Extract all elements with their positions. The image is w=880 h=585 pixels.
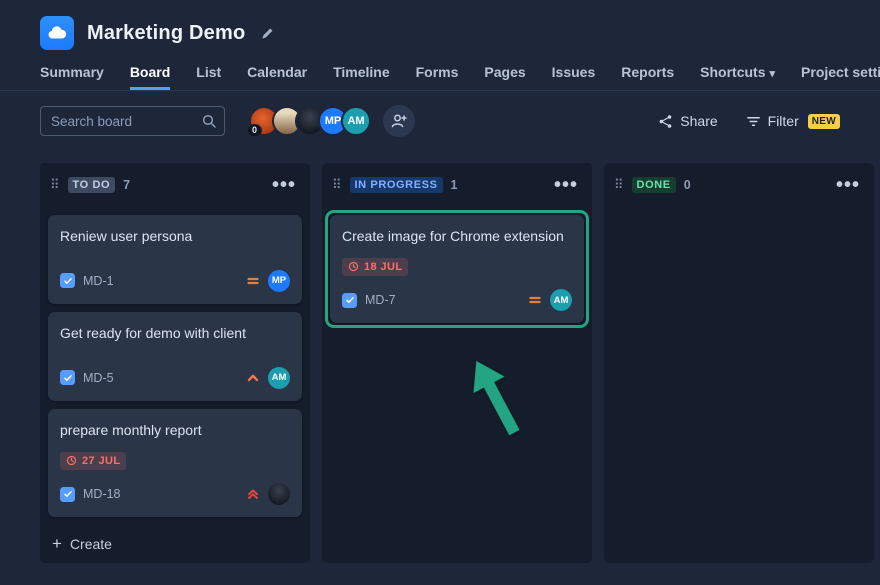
- status-lozenge: IN PROGRESS: [350, 177, 443, 193]
- issue-key: MD-1: [83, 274, 114, 288]
- issue-key: MD-18: [83, 487, 121, 501]
- check-icon: [63, 373, 73, 383]
- tab-timeline[interactable]: Timeline: [333, 64, 390, 90]
- drag-handle-icon[interactable]: ⠿: [50, 177, 60, 193]
- column-header: ⠿ DONE 0 •••: [604, 163, 874, 207]
- done-checkbox[interactable]: [60, 487, 75, 502]
- done-checkbox[interactable]: [60, 370, 75, 385]
- done-checkbox[interactable]: [342, 293, 357, 308]
- card-wrap: Get ready for demo with client MD-5 AM: [48, 312, 302, 401]
- card-title: Get ready for demo with client: [60, 324, 290, 343]
- tab-summary[interactable]: Summary: [40, 64, 104, 90]
- create-issue-button[interactable]: + Create: [40, 527, 310, 563]
- column-more-button[interactable]: •••: [270, 176, 298, 194]
- board-columns: ⠿ TO DO 7 ••• Reniew user persona MD-1: [0, 163, 880, 563]
- due-date-badge: 18 JUL: [342, 258, 408, 276]
- drag-handle-icon[interactable]: ⠿: [614, 177, 624, 193]
- column-more-button[interactable]: •••: [834, 176, 862, 194]
- tab-project-settings[interactable]: Project settings: [801, 64, 880, 90]
- board-toolbar: 0 MP AM Share: [40, 105, 840, 137]
- clock-icon: [66, 455, 77, 466]
- add-people-button[interactable]: [383, 105, 415, 137]
- column-header: ⠿ TO DO 7 •••: [40, 163, 310, 207]
- page-title: Marketing Demo: [87, 22, 245, 45]
- card-wrap: prepare monthly report 27 JUL MD-18: [48, 409, 302, 517]
- column-done: ⠿ DONE 0 •••: [604, 163, 874, 563]
- project-nav: Summary Board List Calendar Timeline For…: [40, 64, 880, 90]
- avatar-count-badge: 0: [247, 124, 262, 137]
- assignee-avatar[interactable]: MP: [268, 270, 290, 292]
- card-wrap: Reniew user persona MD-1 MP: [48, 215, 302, 304]
- project-header: Marketing Demo: [0, 0, 880, 50]
- tab-forms[interactable]: Forms: [416, 64, 459, 90]
- priority-medium-icon: [246, 274, 260, 288]
- edit-title-icon[interactable]: [260, 26, 275, 41]
- card-list: [604, 207, 874, 563]
- avatar[interactable]: AM: [341, 106, 371, 136]
- new-badge: NEW: [808, 114, 840, 129]
- member-avatar-stack: 0 MP AM: [249, 106, 371, 136]
- card-title: Create image for Chrome extension: [342, 227, 572, 246]
- filter-button[interactable]: Filter NEW: [746, 113, 840, 129]
- add-person-icon: [390, 112, 408, 130]
- priority-highest-icon: [246, 487, 260, 501]
- check-icon: [63, 276, 73, 286]
- done-checkbox[interactable]: [60, 273, 75, 288]
- due-date-badge: 27 JUL: [60, 452, 126, 470]
- check-icon: [345, 295, 355, 305]
- card-list: Create image for Chrome extension 18 JUL: [322, 207, 592, 563]
- column-in-progress: ⠿ IN PROGRESS 1 ••• Create image for Chr…: [322, 163, 592, 563]
- toolbar-right: Share Filter NEW: [658, 113, 840, 129]
- share-icon: [658, 114, 673, 129]
- tab-calendar[interactable]: Calendar: [247, 64, 307, 90]
- card-title: Reniew user persona: [60, 227, 290, 246]
- priority-medium-icon: [528, 293, 542, 307]
- card-wrap: Create image for Chrome extension 18 JUL: [330, 215, 584, 323]
- card-list: Reniew user persona MD-1 MP: [40, 207, 310, 527]
- search-icon: [201, 113, 217, 134]
- assignee-avatar[interactable]: AM: [550, 289, 572, 311]
- assignee-avatar[interactable]: [268, 483, 290, 505]
- share-button[interactable]: Share: [658, 113, 717, 129]
- card[interactable]: prepare monthly report 27 JUL MD-18: [48, 409, 302, 517]
- tab-board[interactable]: Board: [130, 64, 170, 90]
- priority-high-icon: [246, 371, 260, 385]
- card-title: prepare monthly report: [60, 421, 290, 440]
- assignee-avatar[interactable]: AM: [268, 367, 290, 389]
- column-more-button[interactable]: •••: [552, 176, 580, 194]
- plus-icon: +: [52, 537, 62, 551]
- clock-icon: [348, 261, 359, 272]
- chevron-down-icon: ▾: [770, 67, 776, 80]
- check-icon: [63, 489, 73, 499]
- tab-shortcuts[interactable]: Shortcuts ▾: [700, 64, 775, 90]
- column-count: 1: [451, 178, 458, 192]
- issue-key: MD-5: [83, 371, 114, 385]
- card[interactable]: Reniew user persona MD-1 MP: [48, 215, 302, 304]
- status-lozenge: TO DO: [68, 177, 116, 193]
- tab-issues[interactable]: Issues: [552, 64, 596, 90]
- card[interactable]: Get ready for demo with client MD-5 AM: [48, 312, 302, 401]
- tab-pages[interactable]: Pages: [484, 64, 525, 90]
- column-todo: ⠿ TO DO 7 ••• Reniew user persona MD-1: [40, 163, 310, 563]
- nav-divider: [0, 90, 880, 91]
- issue-key: MD-7: [365, 293, 396, 307]
- column-count: 0: [684, 178, 691, 192]
- filter-icon: [746, 114, 761, 129]
- card[interactable]: Create image for Chrome extension 18 JUL: [330, 215, 584, 323]
- search-input[interactable]: [40, 106, 225, 136]
- tab-list[interactable]: List: [196, 64, 221, 90]
- column-count: 7: [123, 178, 130, 192]
- cloud-icon: [46, 22, 68, 44]
- search-wrap: [40, 106, 225, 136]
- drag-handle-icon[interactable]: ⠿: [332, 177, 342, 193]
- column-header: ⠿ IN PROGRESS 1 •••: [322, 163, 592, 207]
- tab-reports[interactable]: Reports: [621, 64, 674, 90]
- jira-board-page: Marketing Demo Summary Board List Calend…: [0, 0, 880, 585]
- project-avatar[interactable]: [40, 16, 74, 50]
- status-lozenge: DONE: [632, 177, 676, 193]
